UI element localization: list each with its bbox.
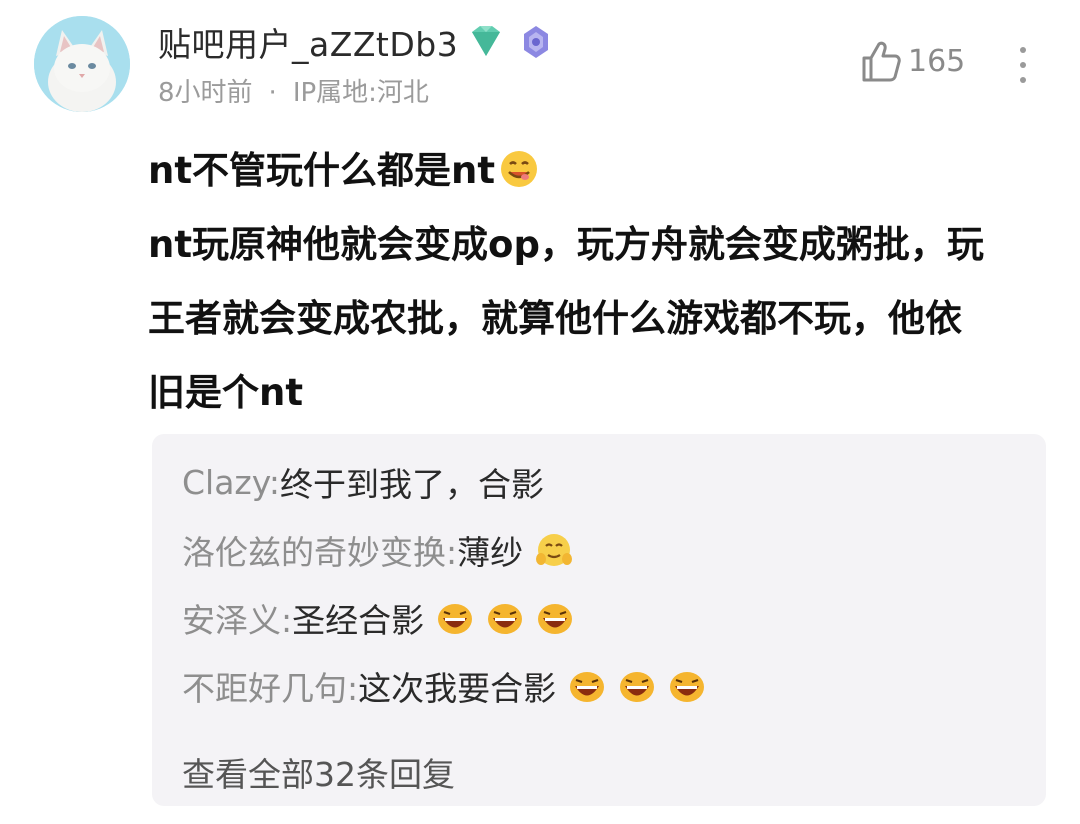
reply-text: 圣经合影: [292, 601, 425, 640]
reply-author[interactable]: 洛伦兹的奇妙变换:: [182, 526, 457, 574]
content-line: 旧是个nt: [148, 371, 304, 414]
more-vertical-icon: [1020, 47, 1026, 83]
green-diamond-icon: [464, 22, 508, 62]
laughing-face-emoji-icon: [438, 604, 473, 634]
username-row: 贴吧用户_aZZtDb3: [158, 18, 558, 66]
post-meta: 8小时前 · IP属地:河北: [158, 72, 429, 109]
more-button[interactable]: [1012, 42, 1034, 88]
reply-item[interactable]: 洛伦兹的奇妙变换: 薄纱: [182, 526, 573, 574]
post-time: 8小时前: [158, 78, 253, 108]
ip-location: IP属地:河北: [292, 78, 429, 108]
laughing-face-emoji-icon: [670, 672, 705, 702]
reply-text: 薄纱: [457, 533, 524, 572]
view-all-replies-link[interactable]: 查看全部32条回复: [182, 748, 455, 796]
reply-author[interactable]: 不距好几句:: [182, 662, 358, 710]
username[interactable]: 贴吧用户_aZZtDb3: [158, 18, 458, 66]
reply-list: Clazy: 终于到我了，合影 洛伦兹的奇妙变换: 薄纱 安泽义: 圣经合影 不…: [152, 434, 1046, 806]
avatar[interactable]: [34, 16, 130, 112]
post-content: nt不管玩什么都是nt nt玩原神他就会变成op，玩方舟就会变成粥批，玩 王者就…: [148, 134, 1028, 430]
like-count: 165: [908, 43, 966, 79]
reply-text: 这次我要合影: [358, 669, 557, 708]
content-line: 王者就会变成农批，就算他什么游戏都不玩，他依: [148, 297, 962, 340]
reply-item[interactable]: 不距好几句: 这次我要合影: [182, 662, 706, 710]
content-line: nt不管玩什么都是nt: [148, 134, 1028, 208]
purple-level-icon: [514, 22, 558, 62]
thumbs-up-icon: [862, 41, 901, 82]
laughing-face-emoji-icon: [538, 604, 573, 634]
reply-author[interactable]: 安泽义:: [182, 594, 292, 642]
reply-text: 终于到我了，合影: [280, 465, 545, 504]
laughing-face-emoji-icon: [570, 672, 605, 702]
laughing-face-emoji-icon: [488, 604, 523, 634]
smiling-face-emoji-icon: [501, 151, 538, 187]
reply-item[interactable]: Clazy: 终于到我了，合影: [182, 458, 544, 506]
meta-separator: ·: [268, 78, 277, 108]
laughing-face-emoji-icon: [620, 672, 655, 702]
content-line: nt玩原神他就会变成op，玩方舟就会变成粥批，玩: [148, 223, 984, 266]
like-button[interactable]: 165: [858, 38, 965, 84]
hugging-face-emoji-icon: [536, 534, 573, 566]
reply-author[interactable]: Clazy:: [182, 463, 280, 502]
reply-item[interactable]: 安泽义: 圣经合影: [182, 594, 574, 642]
cat-avatar-icon: [34, 16, 130, 112]
